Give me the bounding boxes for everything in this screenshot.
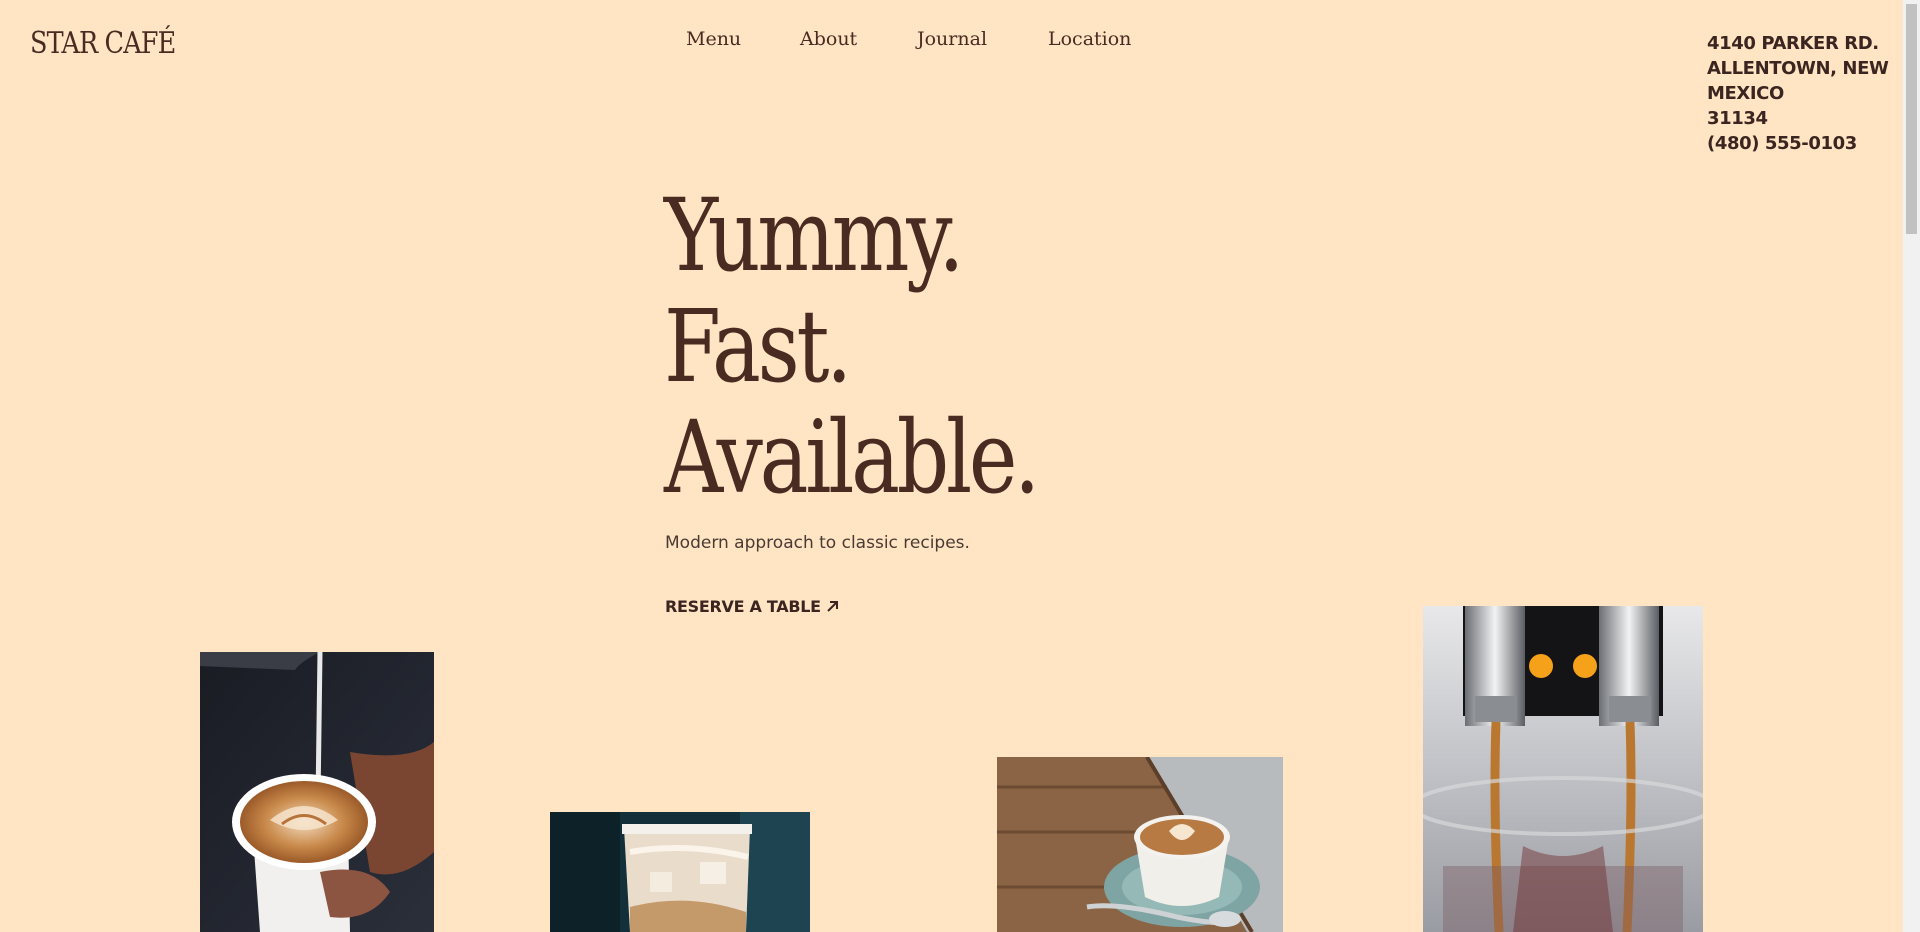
cappuccino-on-table-photo xyxy=(997,757,1283,932)
nav-item-about[interactable]: About xyxy=(800,28,857,50)
address-line: 31134 xyxy=(1707,108,1768,129)
scrollbar-thumb[interactable] xyxy=(1906,4,1917,234)
contact-info: 4140 PARKER RD. ALLENTOWN, NEW MEXICO 31… xyxy=(1707,31,1907,156)
reserve-table-label: RESERVE A TABLE xyxy=(665,597,821,616)
address-line: ALLENTOWN, NEW xyxy=(1707,58,1889,79)
address-line: 4140 PARKER RD. xyxy=(1707,33,1879,54)
latte-art-pour-photo xyxy=(200,652,434,932)
hero-line-yummy: Yummy. xyxy=(664,177,964,294)
espresso-machine-photo xyxy=(1423,606,1703,932)
brand-logo[interactable]: STAR CAFÉ xyxy=(30,26,176,61)
page-scrollbar[interactable] xyxy=(1903,0,1920,932)
nav-item-location[interactable]: Location xyxy=(1048,28,1131,50)
nav-item-menu[interactable]: Menu xyxy=(686,28,741,50)
hero-heading: Yummy. Fast. Available. xyxy=(664,180,1119,513)
hero-subtitle: Modern approach to classic recipes. xyxy=(665,533,970,553)
arrow-up-right-icon xyxy=(827,601,838,612)
hero-line-available: Available. xyxy=(664,399,1040,516)
nav-item-journal[interactable]: Journal xyxy=(917,28,987,50)
address-line: MEXICO xyxy=(1707,83,1784,104)
reserve-table-link[interactable]: RESERVE A TABLE xyxy=(665,597,839,616)
iced-latte-photo xyxy=(550,812,810,932)
hero-line-fast: Fast. xyxy=(664,288,852,405)
phone-number[interactable]: (480) 555-0103 xyxy=(1707,131,1907,156)
